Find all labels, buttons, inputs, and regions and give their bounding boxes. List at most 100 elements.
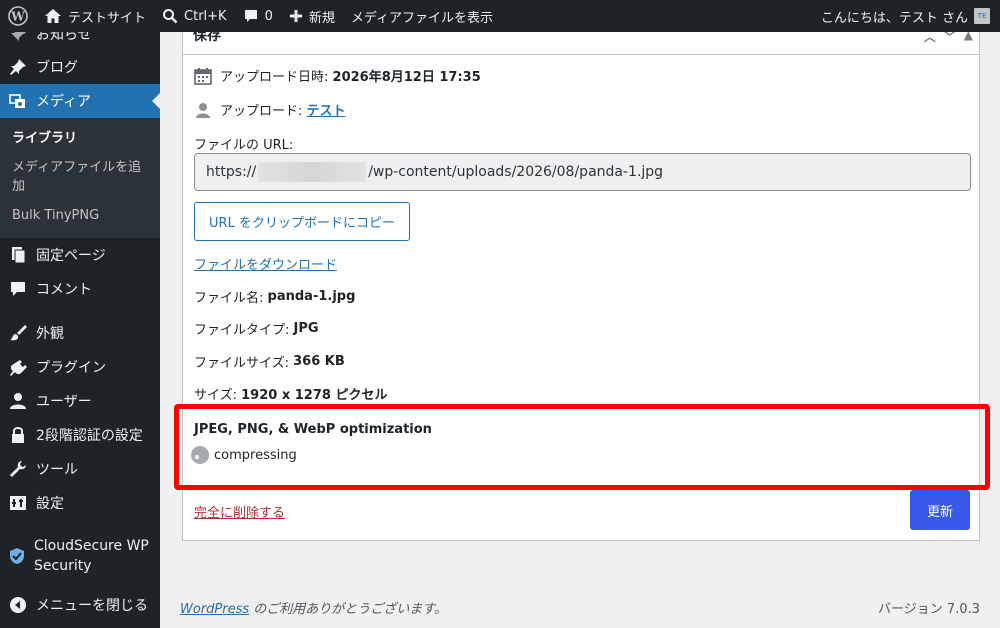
menu-settings-label: 設定 — [36, 496, 64, 512]
wordpress-logo-button[interactable]: W — [0, 0, 36, 32]
settings-icon — [8, 493, 28, 513]
menu-notice-label: お知らせ — [36, 32, 92, 43]
menu-collapse[interactable]: メニューを閉じる — [0, 588, 160, 622]
menu-pages[interactable]: 固定ページ — [0, 238, 160, 272]
menu-two-factor[interactable]: 2段階認証の設定 — [0, 418, 160, 452]
pin-icon — [8, 57, 28, 77]
footer-thanks: WordPress のご利用ありがとうございます。 — [180, 598, 447, 617]
wrench-icon — [8, 459, 28, 479]
menu-users-label: ユーザー — [36, 394, 92, 410]
postbox-title: 保存 — [193, 32, 221, 44]
shortcut-label: Ctrl+K — [184, 8, 227, 24]
menu-collapse-label: メニューを閉じる — [36, 598, 148, 614]
avatar: TE — [974, 8, 990, 24]
menu-cloudsecure-label: CloudSecure WP Security — [34, 538, 149, 574]
media-icon — [8, 91, 28, 111]
dimensions-label: サイズ: — [194, 388, 237, 403]
plus-icon — [289, 10, 302, 22]
filesize-value: 366 KB — [293, 354, 345, 369]
url-suffix: /wp-content/uploads/2026/08/panda-1.jpg — [368, 164, 664, 180]
move-up-icon[interactable]: ︿ — [924, 32, 936, 45]
plug-icon — [8, 357, 28, 377]
postbox-header: 保存 ︿ ﹀ ▲ — [183, 32, 979, 55]
menu-posts-label: ブログ — [36, 60, 78, 76]
file-url-input[interactable]: https:// /wp-content/uploads/2026/08/pan… — [194, 153, 971, 191]
url-label: ファイルの URL: — [194, 138, 294, 153]
menu-appearance[interactable]: 外観 — [0, 316, 160, 350]
submenu-add-media[interactable]: メディアファイルを追加 — [0, 153, 160, 201]
uploader-link[interactable]: テスト — [307, 100, 346, 119]
comments-count: 0 — [264, 8, 273, 24]
user-icon — [8, 391, 28, 411]
menu-tools[interactable]: ツール — [0, 452, 160, 486]
media-submenu: ライブラリ メディアファイルを追加 Bulk TinyPNG — [0, 118, 160, 238]
menu-media-label: メディア — [36, 94, 92, 110]
shield-icon — [8, 546, 26, 566]
dimensions-value: 1920 x 1278 ピクセル — [241, 388, 388, 403]
menu-two-factor-label: 2段階認証の設定 — [36, 428, 143, 444]
copy-url-button[interactable]: URL をクリップボードにコピー — [194, 202, 410, 241]
move-down-icon[interactable]: ﹀ — [944, 32, 956, 45]
download-file-link[interactable]: ファイルをダウンロード — [194, 254, 337, 273]
site-name-link[interactable]: テストサイト — [36, 0, 154, 32]
upload-date-value: 2026年8月12日 17:35 — [332, 70, 481, 85]
delete-permanently-link[interactable]: 完全に削除する — [194, 502, 285, 521]
admin-menu: お知らせ ブログ メディア ライブラリ メディアファイルを追加 Bulk Tin… — [0, 32, 160, 628]
command-palette-button[interactable]: Ctrl+K — [154, 0, 235, 32]
menu-comments[interactable]: コメント — [0, 272, 160, 306]
menu-cloudsecure[interactable]: CloudSecure WP Security — [0, 530, 160, 582]
dimensions-row: サイズ: 1920 x 1278 ピクセル — [194, 384, 387, 403]
optimization-section: JPEG, PNG, & WebP optimization compressi… — [183, 406, 979, 488]
spinner-icon — [191, 446, 209, 464]
footer-thanks-text: のご利用ありがとうございます。 — [249, 602, 447, 617]
paintbrush-icon — [8, 323, 28, 343]
url-prefix: https:// — [206, 164, 257, 180]
filetype-row: ファイルタイプ: JPG — [194, 319, 319, 338]
view-media-link[interactable]: メディアファイルを表示 — [343, 0, 501, 32]
lock-icon — [8, 425, 28, 445]
new-content-link[interactable]: 新規 — [281, 0, 343, 32]
admin-bar: W テストサイト Ctrl+K 0 新規 メディアファイルを表示 こんにちは、テ… — [0, 0, 1000, 32]
new-label: 新規 — [308, 10, 335, 26]
submenu-bulk-tinypng[interactable]: Bulk TinyPNG — [0, 201, 160, 230]
upload-date-row: アップロード日時: 2026年8月12日 17:35 — [194, 66, 481, 85]
comment-icon — [8, 279, 28, 299]
menu-notice[interactable]: お知らせ — [0, 32, 160, 44]
optimization-status-text: compressing — [214, 447, 297, 463]
upload-date-label: アップロード日時: — [220, 70, 329, 85]
update-button[interactable]: 更新 — [910, 490, 970, 530]
menu-media[interactable]: メディア — [0, 84, 160, 118]
menu-plugins-label: プラグイン — [36, 360, 106, 376]
menu-plugins[interactable]: プラグイン — [0, 350, 160, 384]
submenu-library[interactable]: ライブラリ — [0, 124, 160, 153]
save-postbox: 保存 ︿ ﹀ ▲ アップロード日時: 2026年8月12日 17:35 アップロ… — [182, 32, 980, 541]
search-icon — [163, 9, 178, 24]
view-media-label: メディアファイルを表示 — [350, 10, 493, 26]
user-icon — [194, 101, 212, 119]
svg-text:W: W — [10, 10, 25, 24]
collapse-icon — [8, 595, 28, 615]
calendar-icon — [194, 67, 212, 85]
footer: WordPress のご利用ありがとうございます。 バージョン 7.0.3 — [180, 598, 980, 617]
my-account-link[interactable]: こんにちは、テスト さん TE — [813, 0, 1000, 32]
menu-posts[interactable]: ブログ — [0, 50, 160, 84]
footer-version: バージョン 7.0.3 — [878, 602, 980, 617]
redacted-domain — [258, 162, 367, 182]
toggle-panel-icon[interactable]: ▲ — [964, 32, 973, 45]
menu-users[interactable]: ユーザー — [0, 384, 160, 418]
menu-appearance-label: 外観 — [36, 326, 64, 342]
download-row: ファイルをダウンロード — [194, 254, 337, 273]
filetype-label: ファイルタイプ: — [194, 323, 290, 338]
home-icon — [45, 9, 61, 23]
optimization-status: compressing — [191, 446, 297, 464]
filename-row: ファイル名: panda-1.jpg — [194, 287, 355, 306]
pin-icon — [8, 32, 28, 44]
wordpress-link[interactable]: WordPress — [180, 602, 249, 617]
filesize-label: ファイルサイズ: — [194, 356, 289, 371]
optimization-title: JPEG, PNG, & WebP optimization — [194, 422, 432, 437]
menu-settings[interactable]: 設定 — [0, 486, 160, 520]
comments-link[interactable]: 0 — [235, 0, 281, 32]
postbox-tools: ︿ ﹀ ▲ — [924, 32, 973, 45]
uploader-label: アップロード: — [220, 104, 303, 119]
filename-value: panda-1.jpg — [267, 289, 356, 304]
